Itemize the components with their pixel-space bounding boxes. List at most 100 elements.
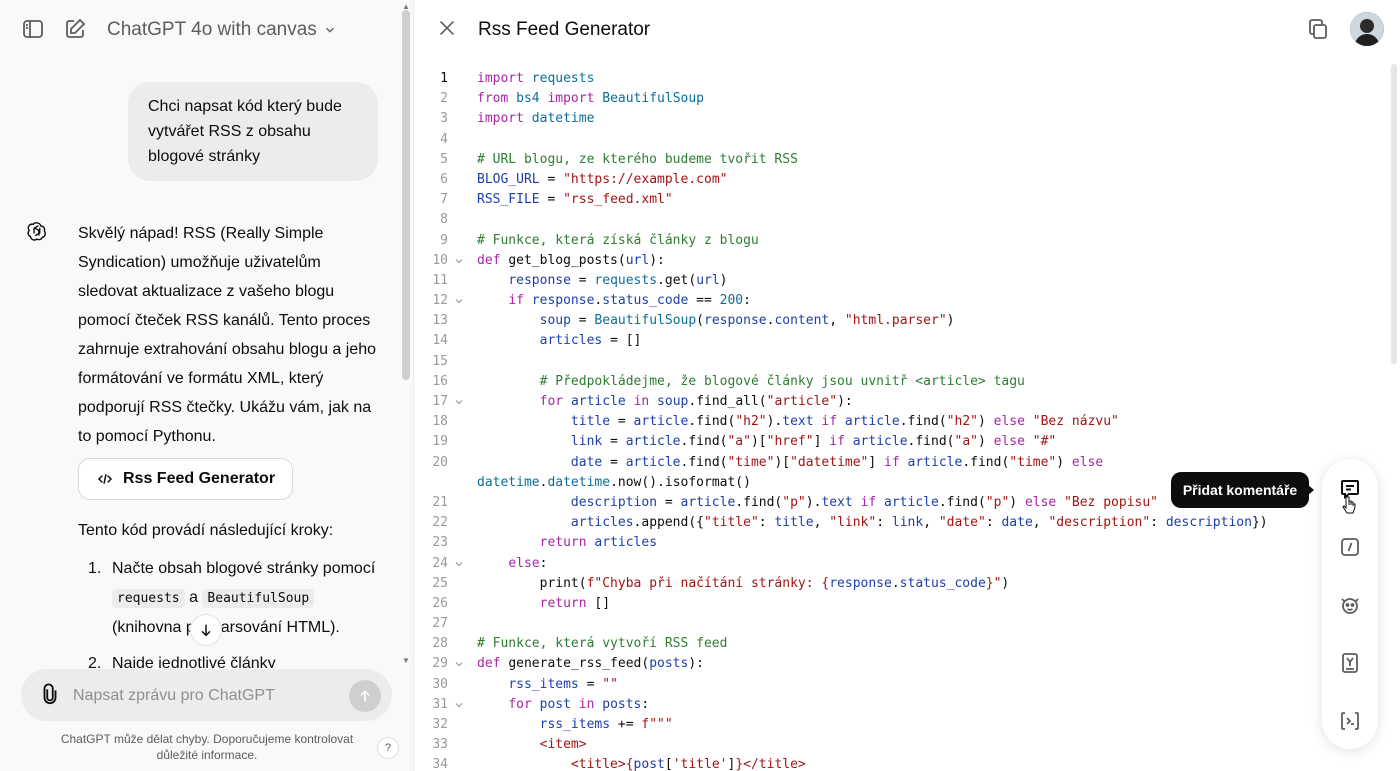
- line-number: 19: [432, 434, 448, 450]
- message-input[interactable]: [73, 685, 333, 707]
- code-text: else:: [508, 555, 548, 571]
- code-line[interactable]: 15: [414, 352, 1314, 372]
- openai-logo-icon: [27, 222, 46, 241]
- code-line[interactable]: 6 BLOG_URL = "https://example.com": [414, 170, 1314, 190]
- line-number: 10: [432, 252, 448, 268]
- chat-scrollbar[interactable]: [402, 10, 410, 380]
- chat-header: ChatGPT 4o with canvas: [0, 0, 400, 60]
- code-text: # Funkce, která vytvoří RSS feed: [477, 636, 728, 652]
- model-title: ChatGPT 4o with canvas: [107, 19, 317, 40]
- disclaimer: ChatGPT může dělat chyby. Doporučujeme k…: [60, 732, 354, 762]
- code-line[interactable]: 12 if response.status_code == 200:: [414, 291, 1314, 311]
- code-line[interactable]: 13 soup = BeautifulSoup(response.content…: [414, 311, 1314, 331]
- canvas-scrollbar[interactable]: [1391, 64, 1397, 364]
- arrow-down-icon: [201, 624, 211, 637]
- help-button[interactable]: ?: [377, 737, 399, 759]
- code-text: <item>: [539, 737, 587, 753]
- send-button[interactable]: [349, 680, 381, 712]
- tooltip-arrow: [1307, 484, 1314, 496]
- code-line[interactable]: 22 articles.append({"title": title, "lin…: [414, 513, 1314, 533]
- code-review-icon[interactable]: [1338, 709, 1362, 733]
- avatar[interactable]: [1350, 12, 1384, 46]
- line-number: 9: [440, 232, 448, 248]
- code-line[interactable]: 5 # URL blogu, ze kterého budeme tvořit R…: [414, 150, 1314, 170]
- new-chat-icon[interactable]: [63, 17, 87, 41]
- list-item: 2. Najde jednotlivé články: [88, 655, 276, 668]
- scroll-down-arrow-icon[interactable]: ▼: [401, 656, 411, 665]
- code-text: articles.append({"title": title, "link":…: [570, 515, 1268, 531]
- code-editor[interactable]: 1 import requests 2 from bs4 import Beautif…: [414, 69, 1314, 771]
- code-line[interactable]: 28 # Funkce, která vytvoří RSS feed: [414, 634, 1314, 654]
- steps-intro: Tento kód provádí následující kroky:: [78, 522, 334, 539]
- code-text: link = article.find("a")["href"] if arti…: [570, 434, 1057, 450]
- code-line[interactable]: 7 RSS_FILE = "rss_feed.xml": [414, 190, 1314, 210]
- port-language-icon[interactable]: [1338, 651, 1362, 675]
- code-text: RSS_FILE = "rss_feed.xml": [477, 192, 673, 208]
- paperclip-icon[interactable]: [39, 683, 61, 705]
- code-line[interactable]: 30 rss_items = "": [414, 675, 1314, 695]
- code-line[interactable]: 10 def get_blog_posts(url):: [414, 251, 1314, 271]
- model-selector[interactable]: ChatGPT 4o with canvas: [107, 19, 337, 41]
- code-line[interactable]: 25 print(f"Chyba při načítání stránky: {…: [414, 574, 1314, 594]
- code-line[interactable]: 8: [414, 210, 1314, 230]
- code-text: rss_items += f""": [539, 717, 673, 732]
- code-text: articles = []: [539, 333, 642, 349]
- code-line[interactable]: 32 rss_items += f""": [414, 715, 1314, 735]
- line-number: 20: [432, 454, 448, 470]
- scroll-to-bottom-button[interactable]: [190, 614, 222, 646]
- assistant-message: Skvělý nápad! RSS (Really Simple Syndica…: [78, 225, 376, 445]
- line-number: 5: [440, 151, 448, 167]
- line-number: 8: [440, 212, 448, 228]
- line-number: 26: [432, 595, 448, 611]
- code-line[interactable]: 31 for post in posts:: [414, 695, 1314, 715]
- code-icon: [97, 474, 113, 484]
- code-line[interactable]: 33 <item>: [414, 735, 1314, 755]
- code-line[interactable]: 11 response = requests.get(url): [414, 271, 1314, 291]
- code-line[interactable]: 24 else:: [414, 554, 1314, 574]
- code-text: return []: [539, 595, 611, 611]
- line-number: 22: [432, 515, 448, 531]
- code-line[interactable]: 27: [414, 614, 1314, 634]
- line-number: 6: [440, 171, 448, 187]
- code-line[interactable]: 4: [414, 130, 1314, 150]
- sidebar-toggle-icon[interactable]: [21, 17, 45, 41]
- close-icon[interactable]: [436, 17, 458, 39]
- code-line[interactable]: 19 link = article.find("a")["href"] if a…: [414, 432, 1314, 452]
- line-number: 17: [432, 394, 448, 409]
- canvas-document-button[interactable]: Rss Feed Generator: [78, 458, 293, 500]
- list-item: 1. Načte obsah blogové stránky pomocí re…: [88, 560, 376, 636]
- line-number: 27: [432, 616, 448, 632]
- canvas-panel: Rss Feed Generator 1 import requests 2 from…: [414, 0, 1400, 771]
- code-line[interactable]: 2 from bs4 import BeautifulSoup: [414, 89, 1314, 109]
- copy-icon[interactable]: [1306, 17, 1330, 41]
- code-text: <title>{post['title']}</title>: [570, 757, 806, 771]
- code-text: for post in posts:: [508, 696, 650, 712]
- line-number: 16: [432, 373, 448, 389]
- code-line[interactable]: 20 date = article.find("time")["datetime…: [414, 453, 1314, 473]
- code-line[interactable]: 17 for article in soup.find_all("article…: [414, 392, 1314, 412]
- line-number: 4: [440, 131, 448, 147]
- line-number: 24: [432, 555, 448, 571]
- code-line[interactable]: 18 title = article.find("h2").text if ar…: [414, 412, 1314, 432]
- code-line[interactable]: 23 return articles: [414, 533, 1314, 553]
- code-text: # URL blogu, ze kterého budeme tvořit RS…: [477, 151, 798, 167]
- code-line[interactable]: 29 def generate_rss_feed(posts):: [414, 654, 1314, 674]
- code-line[interactable]: 3 import datetime: [414, 109, 1314, 129]
- steps-list: 1. Načte obsah blogové stránky pomocí re…: [88, 554, 388, 668]
- code-text: def generate_rss_feed(posts):: [477, 656, 704, 672]
- code-text: return articles: [539, 535, 658, 551]
- line-number: 1: [440, 71, 448, 86]
- code-line[interactable]: 16 # Předpokládejme, že blogové články j…: [414, 372, 1314, 392]
- code-line[interactable]: 14 articles = []: [414, 331, 1314, 351]
- add-logs-icon[interactable]: [1338, 535, 1362, 559]
- code-line[interactable]: 1 import requests: [414, 69, 1314, 89]
- code-text: print(f"Chyba při načítání stránky: {res…: [477, 575, 1010, 591]
- code-line[interactable]: 34 <title>{post['title']}</title>: [414, 755, 1314, 771]
- code-line[interactable]: 26 return []: [414, 594, 1314, 614]
- code-text: response = requests.get(url): [508, 272, 728, 288]
- code-line[interactable]: 9 # Funkce, která získá články z blogu: [414, 231, 1314, 251]
- fix-bugs-icon[interactable]: [1338, 593, 1362, 617]
- code-text: date = article.find("time")["datetime"] …: [570, 454, 1104, 470]
- line-number: 30: [432, 676, 448, 692]
- code-text: title = article.find("h2").text if artic…: [570, 414, 1119, 430]
